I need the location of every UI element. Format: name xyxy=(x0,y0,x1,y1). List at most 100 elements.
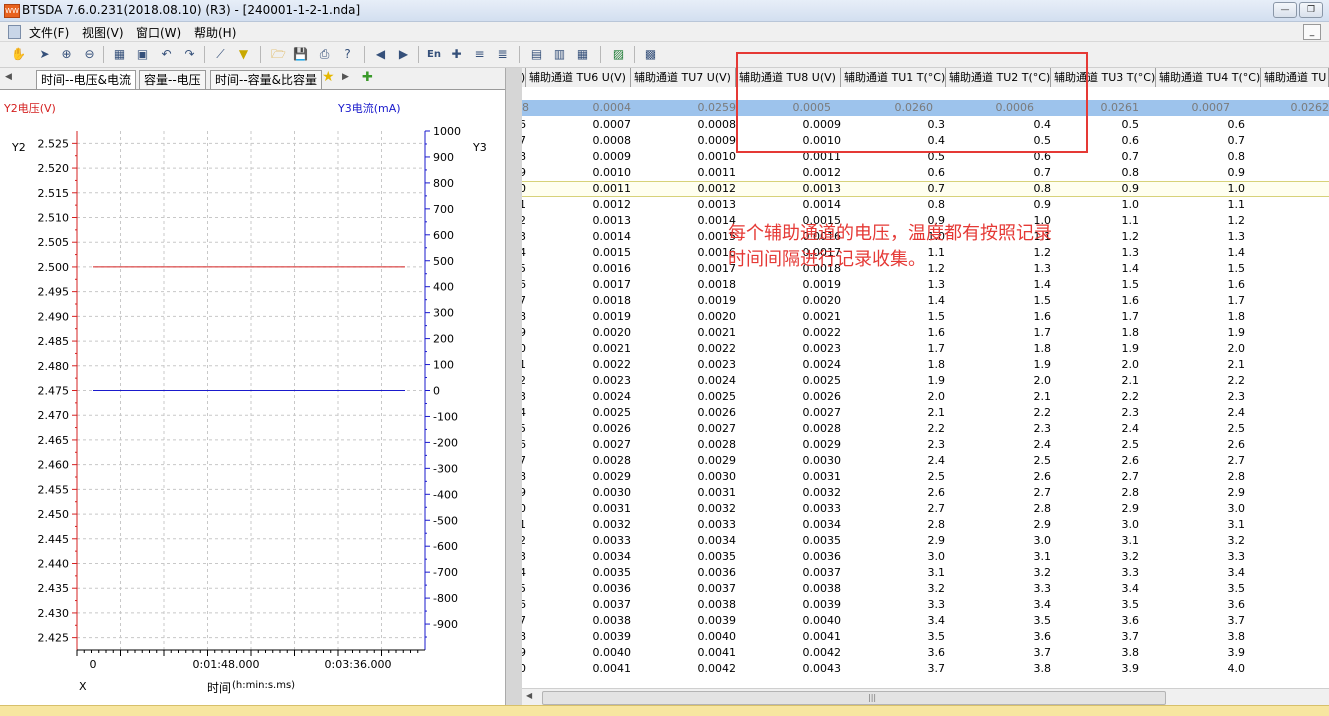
grid-cell: 3.6 xyxy=(1228,598,1246,611)
line-tool-icon[interactable]: ⟋ xyxy=(212,46,229,63)
x-tick-label: 0:03:36.000 xyxy=(325,658,392,671)
y3-tick-label: -600 xyxy=(433,540,458,553)
table-view-icon[interactable]: ▤ xyxy=(528,46,545,63)
language-icon[interactable]: En xyxy=(424,46,444,63)
minimize-button[interactable]: — xyxy=(1273,2,1297,18)
report-icon[interactable]: ▩ xyxy=(642,46,659,63)
grid-cell: 2.6 xyxy=(1228,438,1246,451)
grid-cell: 0.0035 xyxy=(593,566,632,579)
grid-cell: 1.4 xyxy=(928,294,946,307)
copy-chart-icon[interactable]: ▣ xyxy=(134,46,151,63)
menu-help[interactable]: 帮助(H) xyxy=(194,24,236,41)
list-filter-icon[interactable]: ≣ xyxy=(494,46,511,63)
grid-cell: 0.0021 xyxy=(593,342,632,355)
scroll-left-icon[interactable]: ◀ xyxy=(526,691,532,700)
grid-cell: 1.4 xyxy=(1034,278,1052,291)
y3-tick-label: 100 xyxy=(433,359,454,372)
grid-cell: 0.0024 xyxy=(803,358,842,371)
zoom-in-icon[interactable]: ⊕ xyxy=(58,46,75,63)
filter-icon[interactable]: ▼ xyxy=(235,46,252,63)
grid-cell: 4 xyxy=(522,246,526,259)
grid-cell: 0.0015 xyxy=(593,246,632,259)
grid-cell: 0.0022 xyxy=(593,358,632,371)
grid-cell: 3.2 xyxy=(1122,550,1140,563)
menu-window[interactable]: 窗口(W) xyxy=(136,24,181,41)
mdi-minimize-button[interactable]: _ xyxy=(1303,24,1321,40)
pane-splitter[interactable] xyxy=(505,68,523,705)
y2-tick-label: 2.460 xyxy=(38,459,70,472)
grid-cell: 3.1 xyxy=(1228,518,1246,531)
grid-cell: 9 xyxy=(522,486,526,499)
grid-cell: 6 xyxy=(522,598,526,611)
tab-scroll-left-icon[interactable]: ◀ xyxy=(5,72,12,82)
y2-tick-label: 2.500 xyxy=(38,261,70,274)
pan-hand-icon[interactable]: ✋ xyxy=(10,46,27,63)
y2-tick-label: 2.490 xyxy=(38,310,70,323)
grid-cell: 0.0032 xyxy=(803,486,842,499)
restore-button[interactable]: ❐ xyxy=(1299,2,1323,18)
grid-cell: 0.0010 xyxy=(593,166,632,179)
grid-cell: 1.5 xyxy=(1228,262,1246,275)
menu-view[interactable]: 视图(V) xyxy=(82,24,124,41)
pointer-icon[interactable]: ➤ xyxy=(36,46,53,63)
tab-scroll-right-icon[interactable]: ▶ xyxy=(342,72,349,82)
redo-icon[interactable]: ↷ xyxy=(181,46,198,63)
menu-file[interactable]: 文件(F) xyxy=(29,24,69,41)
previous-icon[interactable]: ◀ xyxy=(372,46,389,63)
pin-icon[interactable]: ✚ xyxy=(448,46,465,63)
add-tab-icon[interactable]: ✚ xyxy=(362,70,373,85)
column-header[interactable]: 辅助通道 TU7 U(V) xyxy=(631,68,736,87)
grid-cell: 3.7 xyxy=(1034,646,1052,659)
column-header[interactable]: 辅助通道 TU6 U(V) xyxy=(526,68,631,87)
grid-cell: 3.0 xyxy=(1034,534,1052,547)
zoom-out-icon[interactable]: ⊖ xyxy=(81,46,98,63)
grid-cell: 2.4 xyxy=(1228,406,1246,419)
column-header[interactable]: 辅助通道 TU xyxy=(1261,68,1329,87)
grid-cell: 0.8 xyxy=(1034,182,1052,195)
grid-cell: 3 xyxy=(522,230,526,243)
undo-icon[interactable]: ↶ xyxy=(158,46,175,63)
grid-cell: 4 xyxy=(522,406,526,419)
excel-export-icon[interactable]: ▨ xyxy=(610,46,627,63)
open-folder-icon[interactable]: 🗁 xyxy=(270,46,287,63)
y3-tick-label: 500 xyxy=(433,255,454,268)
grid-cell: 2.6 xyxy=(928,486,946,499)
tab-time-capacity[interactable]: 时间--容量&比容量 xyxy=(210,70,322,89)
tab-capacity-voltage[interactable]: 容量--电压 xyxy=(139,70,206,89)
favorite-star-icon[interactable]: ★ xyxy=(322,69,335,85)
y2-tick-label: 2.495 xyxy=(38,286,70,299)
data-grid[interactable]: (V)辅助通道 TU6 U(V)辅助通道 TU7 U(V)辅助通道 TU8 U(… xyxy=(522,68,1329,705)
grid-cell: 1.9 xyxy=(1122,342,1140,355)
grid-cell: 0.0036 xyxy=(803,550,842,563)
grid-cell: 0.7 xyxy=(928,182,946,195)
chart-settings-icon[interactable]: ▦ xyxy=(111,46,128,63)
menu-bar: 文件(F) 视图(V) 窗口(W) 帮助(H) _ xyxy=(0,22,1329,42)
next-icon[interactable]: ▶ xyxy=(395,46,412,63)
grid-cell: 0.0025 xyxy=(803,374,842,387)
grid-cell: 0.0012 xyxy=(803,166,842,179)
grid-cell: 2.6 xyxy=(1034,470,1052,483)
voltage-current-chart[interactable]: 2.5252.5202.5152.5102.5052.5002.4952.490… xyxy=(0,90,505,680)
horizontal-scrollbar[interactable]: ◀ ||| xyxy=(522,688,1329,706)
grid-cell: 0.0029 xyxy=(593,470,632,483)
tab-time-voltage-current[interactable]: 时间--电压&电流 xyxy=(36,70,136,89)
print-icon[interactable]: ⎙ xyxy=(316,46,333,63)
table-rows-icon[interactable]: ▦ xyxy=(574,46,591,63)
highlighted-row[interactable] xyxy=(522,181,1329,197)
grid-cell: 3.9 xyxy=(1228,646,1246,659)
save-icon[interactable]: 💾 xyxy=(292,46,309,63)
scrollbar-thumb[interactable]: ||| xyxy=(542,691,1166,705)
column-header[interactable]: 辅助通道 TU4 T(°C) xyxy=(1156,68,1261,87)
y3-tick-label: 300 xyxy=(433,307,454,320)
grid-cell: 3.5 xyxy=(1034,614,1052,627)
table-columns-icon[interactable]: ▥ xyxy=(551,46,568,63)
help-icon[interactable]: ? xyxy=(339,46,356,63)
annotation-highlight-box xyxy=(736,52,1088,153)
grid-cell: 7 xyxy=(522,454,526,467)
grid-cell: 0.0259 xyxy=(698,101,737,114)
grid-cell: 0.0004 xyxy=(593,101,632,114)
y2-tick-label: 2.480 xyxy=(38,360,70,373)
y3-tick-label: -700 xyxy=(433,566,458,579)
grid-cell: 3 xyxy=(522,550,526,563)
list-sort-icon[interactable]: ≡ xyxy=(471,46,488,63)
